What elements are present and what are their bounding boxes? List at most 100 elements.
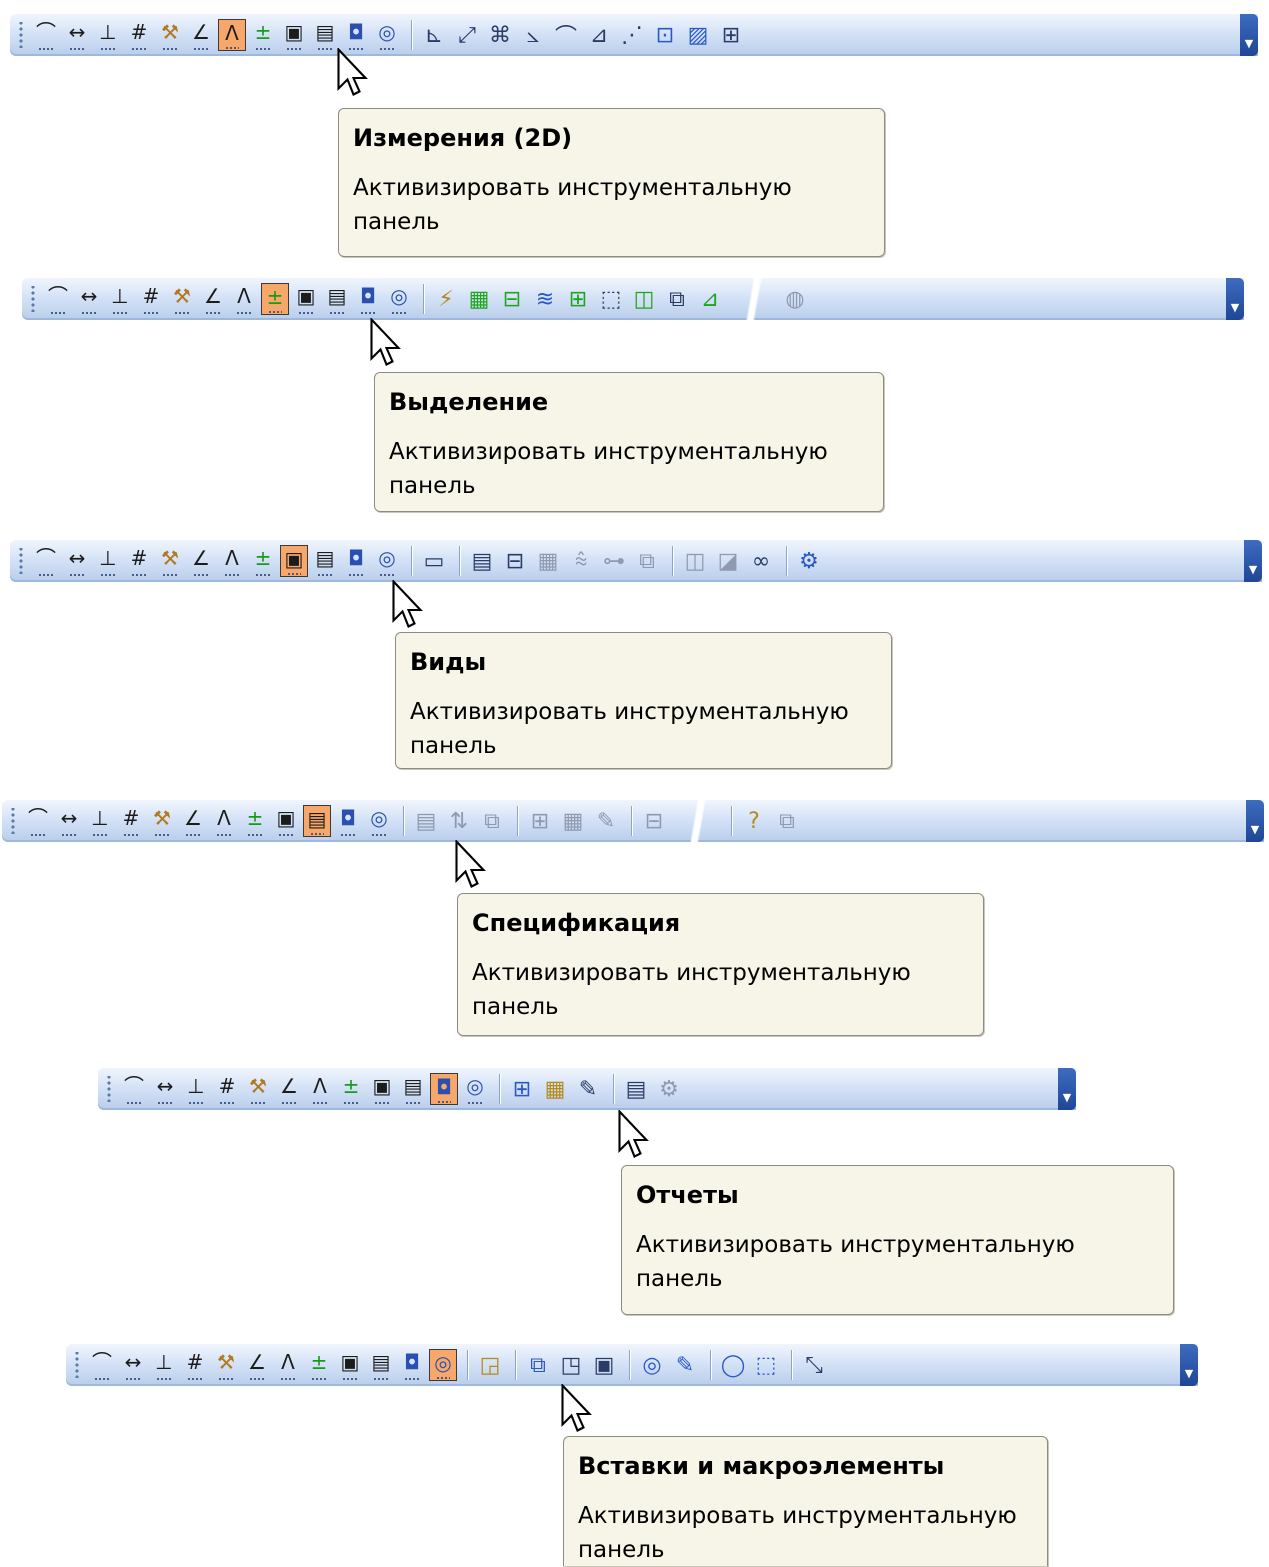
toolbar-options-chevron-icon[interactable]: ▼ xyxy=(1240,14,1258,56)
measurements-icon[interactable]: Λ xyxy=(218,19,246,51)
reports-icon[interactable]: ◘ xyxy=(354,283,382,315)
insert-view-icon[interactable]: ◲ xyxy=(475,1349,505,1381)
dimension-baseline-icon[interactable]: ⋰ xyxy=(617,19,647,51)
designations-icon[interactable]: ⊥ xyxy=(86,805,114,837)
parametrization-icon[interactable]: # xyxy=(125,19,153,51)
dimensions-icon[interactable]: ↔ xyxy=(119,1349,147,1381)
view-rotate-icon[interactable]: ◫ xyxy=(680,545,710,577)
specification-icon[interactable]: ▤ xyxy=(311,545,339,577)
reports-icon[interactable]: ◘ xyxy=(398,1349,426,1381)
spec-edit-icon[interactable]: ✎ xyxy=(591,805,621,837)
designations-icon[interactable]: ⊥ xyxy=(182,1073,210,1105)
measurements-icon[interactable]: Λ xyxy=(210,805,238,837)
selection-icon[interactable]: ± xyxy=(337,1073,365,1105)
geometry-icon[interactable]: ⌒ xyxy=(32,545,60,577)
report-open-icon[interactable]: ▦ xyxy=(540,1073,570,1105)
spec-sheet-icon[interactable]: ▤ xyxy=(411,805,441,837)
selection-icon[interactable]: ± xyxy=(241,805,269,837)
geometry-icon[interactable]: ⌒ xyxy=(24,805,52,837)
select-polyline-icon[interactable]: ⊿ xyxy=(695,283,725,315)
constraints-icon[interactable]: ∠ xyxy=(199,283,227,315)
parametrization-icon[interactable]: # xyxy=(213,1073,241,1105)
designations-icon[interactable]: ⊥ xyxy=(94,19,122,51)
constraints-icon[interactable]: ∠ xyxy=(187,19,215,51)
inserts-macro-icon[interactable]: ◎ xyxy=(365,805,393,837)
constraints-icon[interactable]: ∠ xyxy=(275,1073,303,1105)
dimensions-icon[interactable]: ↔ xyxy=(75,283,103,315)
dimensions-icon[interactable]: ↔ xyxy=(55,805,83,837)
views-icon[interactable]: ▣ xyxy=(336,1349,364,1381)
dimension-linear-icon[interactable]: ⊾ xyxy=(419,19,449,51)
dimension-angular-icon[interactable]: ⦣ xyxy=(518,19,548,51)
spec-object-icon[interactable]: ⊞ xyxy=(525,805,555,837)
measurements-icon[interactable]: Λ xyxy=(218,545,246,577)
report-document-icon[interactable]: ▤ xyxy=(621,1073,651,1105)
spec-export-icon[interactable]: ⧉ xyxy=(772,805,802,837)
view-cut-icon[interactable]: ◪ xyxy=(713,545,743,577)
selection-icon[interactable]: ± xyxy=(305,1349,333,1381)
dimensions-icon[interactable]: ↔ xyxy=(63,545,91,577)
dimension-hatch-icon[interactable]: ▨ xyxy=(683,19,713,51)
view-projection-icon[interactable]: ▤ xyxy=(467,545,497,577)
select-all-icon[interactable]: ▦ xyxy=(464,283,494,315)
specification-icon[interactable]: ▤ xyxy=(311,19,339,51)
toolbar-grip[interactable] xyxy=(104,1076,114,1102)
toolbar-grip[interactable] xyxy=(28,286,38,312)
report-settings-icon[interactable]: ⚙ xyxy=(654,1073,684,1105)
select-group-icon[interactable]: ⧉ xyxy=(662,283,692,315)
insert-picture-icon[interactable]: ▣ xyxy=(589,1349,619,1381)
spec-sort-icon[interactable]: ⇅ xyxy=(444,805,474,837)
inserts-macro-icon[interactable]: ◎ xyxy=(429,1349,457,1381)
inserts-macro-icon[interactable]: ◎ xyxy=(373,19,401,51)
parametrization-icon[interactable]: # xyxy=(117,805,145,837)
selection-icon[interactable]: ± xyxy=(249,19,277,51)
toolbar-grip[interactable] xyxy=(16,22,26,48)
geometry-icon[interactable]: ⌒ xyxy=(120,1073,148,1105)
selection-icon[interactable]: ± xyxy=(261,283,289,315)
parametrization-icon[interactable]: # xyxy=(181,1349,209,1381)
dimension-chain-icon[interactable]: ⊿ xyxy=(584,19,614,51)
editing-icon[interactable]: ⚒ xyxy=(168,283,196,315)
constraints-icon[interactable]: ∠ xyxy=(187,545,215,577)
view-local-icon[interactable]: ⧉ xyxy=(632,545,662,577)
reports-icon[interactable]: ◘ xyxy=(430,1073,458,1105)
views-icon[interactable]: ▣ xyxy=(272,805,300,837)
reports-icon[interactable]: ◘ xyxy=(342,19,370,51)
toolbar-grip[interactable] xyxy=(72,1352,82,1378)
macro-edit-icon[interactable]: ✎ xyxy=(670,1349,700,1381)
toolbar-options-chevron-icon[interactable]: ▼ xyxy=(1058,1068,1076,1110)
spec-attach-icon[interactable]: ⧉ xyxy=(477,805,507,837)
select-extra-icon[interactable]: ◍ xyxy=(780,283,810,315)
geometry-icon[interactable]: ⌒ xyxy=(88,1349,116,1381)
dimension-arc-icon[interactable]: ⌒ xyxy=(551,19,581,51)
select-frame-icon[interactable]: ⊟ xyxy=(497,283,527,315)
designations-icon[interactable]: ⊥ xyxy=(106,283,134,315)
select-crossing-icon[interactable]: ◫ xyxy=(629,283,659,315)
toolbar-grip[interactable] xyxy=(8,808,18,834)
toolbar-options-chevron-icon[interactable]: ▼ xyxy=(1226,278,1244,320)
insert-fragment-icon[interactable]: ⧉ xyxy=(523,1349,553,1381)
new-view-icon[interactable]: ▭ xyxy=(419,545,449,577)
view-detail-icon[interactable]: ⩯ xyxy=(566,545,596,577)
insert-arrow-icon[interactable]: ⤡ xyxy=(799,1349,829,1381)
specification-icon[interactable]: ▤ xyxy=(399,1073,427,1105)
report-edit-icon[interactable]: ✎ xyxy=(573,1073,603,1105)
dimensions-icon[interactable]: ↔ xyxy=(63,19,91,51)
spec-help-icon[interactable]: ? xyxy=(739,805,769,837)
insert-local-fragment-icon[interactable]: ◳ xyxy=(556,1349,586,1381)
dimensions-icon[interactable]: ↔ xyxy=(151,1073,179,1105)
dimension-radial-icon[interactable]: ⌘ xyxy=(485,19,515,51)
editing-icon[interactable]: ⚒ xyxy=(244,1073,272,1105)
select-view-icon[interactable]: ⊞ xyxy=(563,283,593,315)
views-icon[interactable]: ▣ xyxy=(368,1073,396,1105)
designations-icon[interactable]: ⊥ xyxy=(94,545,122,577)
parametrization-icon[interactable]: # xyxy=(125,545,153,577)
reports-icon[interactable]: ◘ xyxy=(342,545,370,577)
editing-icon[interactable]: ⚒ xyxy=(156,545,184,577)
dimension-table-icon[interactable]: ⊞ xyxy=(716,19,746,51)
editing-icon[interactable]: ⚒ xyxy=(212,1349,240,1381)
parametrization-icon[interactable]: # xyxy=(137,283,165,315)
selection-icon[interactable]: ± xyxy=(249,545,277,577)
toolbar-options-chevron-icon[interactable]: ▼ xyxy=(1246,800,1264,842)
specification-icon[interactable]: ▤ xyxy=(303,805,331,837)
